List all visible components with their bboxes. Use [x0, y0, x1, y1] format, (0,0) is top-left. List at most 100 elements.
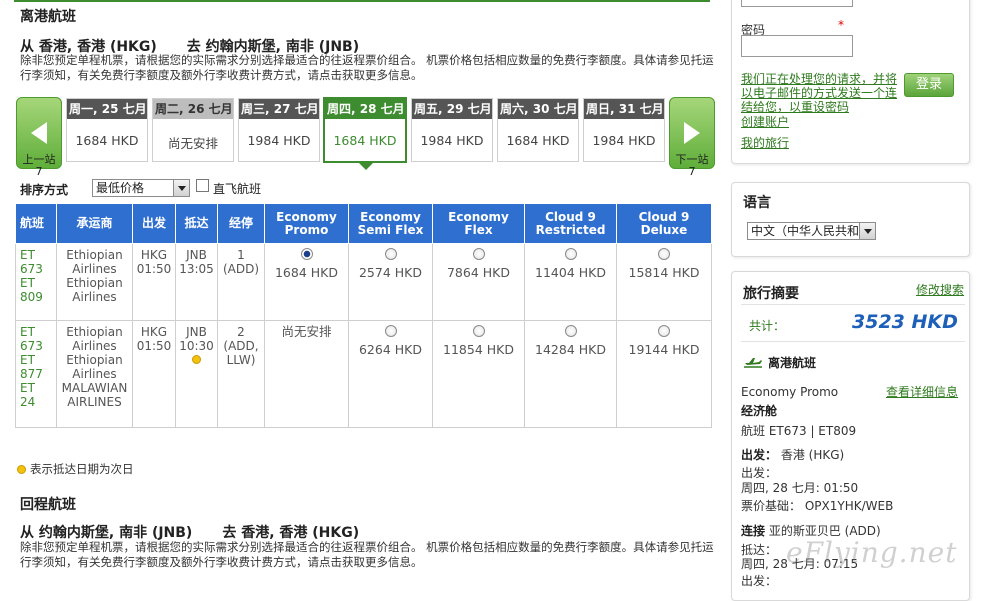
fare-unavailable: 尚无安排	[281, 324, 332, 339]
inbound-heading: 回程航班	[20, 497, 76, 513]
my-trips-link[interactable]: 我的旅行	[741, 136, 789, 150]
date-tab-label: 周六, 30 七月	[498, 99, 578, 119]
depart-time: 01:50	[136, 262, 172, 276]
date-tab-price: 尚无安排	[167, 136, 218, 151]
modify-search-link[interactable]: 修改搜索	[916, 283, 964, 297]
carrier-cell: Ethiopian Airlines Ethiopian Airlines MA…	[56, 320, 133, 428]
fare-cell-cloud9-deluxe[interactable]: 15814 HKD	[616, 243, 712, 321]
fare-radio[interactable]	[564, 248, 577, 260]
flight-numbers: ET 673 ET 877 ET 24	[15, 320, 57, 428]
fare-radio-selected[interactable]	[300, 248, 313, 260]
flight-code: 673	[20, 339, 43, 353]
fares-header-row: 航班 承运商 出发 抵达 经停 Economy Promo Economy Se…	[15, 203, 712, 244]
fare-radio[interactable]	[564, 325, 577, 337]
table-row: ET 673 ET 809 Ethiopian Airlines Ethiopi…	[15, 243, 712, 321]
date-tab-label: 周一, 25 七月	[67, 99, 147, 119]
col-header-arrive: 抵达	[175, 203, 218, 244]
fare-radio[interactable]	[384, 325, 397, 337]
date-tab-price: 1984 HKD	[592, 133, 656, 148]
date-tab-tue-26: 周二, 26 七月 尚无安排	[152, 98, 234, 162]
fare-radio[interactable]	[384, 248, 397, 260]
next-day-dot-icon	[192, 355, 201, 364]
username-field[interactable]	[741, 0, 853, 7]
carrier-text: Airlines	[72, 290, 117, 304]
fare-cell-economy-promo: 尚无安排	[264, 320, 349, 428]
summary-depart-label: 出发：	[741, 448, 778, 462]
arrive-airport: JNB	[186, 248, 207, 262]
carrier-text: Ethiopian	[66, 325, 123, 339]
fare-radio[interactable]	[658, 325, 670, 337]
stops-count: 2	[237, 325, 245, 339]
inbound-route-to: 去 香港, 香港 (HKG)	[222, 525, 360, 541]
flight-code: ET	[20, 353, 35, 367]
stops-airports: LLW)	[226, 353, 256, 367]
inbound-route: 从 约翰内斯堡, 南非 (JNB) 去 香港, 香港 (HKG)	[20, 522, 359, 542]
chevron-down-icon	[859, 223, 875, 239]
total-price: 3523 HKD	[852, 311, 958, 333]
fare-radio[interactable]	[472, 325, 485, 337]
view-details-link[interactable]: 查看详细信息	[886, 385, 958, 399]
arrive-time: 10:30	[179, 339, 214, 353]
flight-code: 24	[20, 395, 36, 409]
fare-cell-cloud9-restricted[interactable]: 14284 HKD	[524, 320, 617, 428]
fare-cell-economy-semi-flex[interactable]: 6264 HKD	[348, 320, 433, 428]
prev-week-label[interactable]: 上一站 7	[19, 154, 59, 178]
total-label: 共计：	[749, 319, 786, 333]
flight-numbers: ET 673 ET 809	[15, 243, 57, 321]
outbound-note: 除非您预定单程机票，请根据您的实际需求分别选择最适合的往返程票价组合。 机票价格…	[20, 53, 714, 82]
date-tab-sat-30[interactable]: 周六, 30 七月 1684 HKD	[497, 98, 579, 162]
date-tab-wed-27[interactable]: 周三, 27 七月 1984 HKD	[238, 98, 320, 162]
date-tab-label: 周二, 26 七月	[153, 99, 233, 119]
arrive-airport: JNB	[186, 325, 207, 339]
fare-radio[interactable]	[472, 248, 485, 260]
col-header-economy-promo: Economy Promo	[264, 203, 349, 244]
fare-cell-economy-flex[interactable]: 7864 HKD	[432, 243, 525, 321]
col-header-flight: 航班	[15, 203, 57, 244]
col-header-economy-semi-flex: Economy Semi Flex	[348, 203, 433, 244]
date-tab-label: 周三, 27 七月	[239, 99, 319, 119]
col-header-cloud9-restricted: Cloud 9 Restricted	[524, 203, 617, 244]
inbound-route-from: 从 约翰内斯堡, 南非 (JNB)	[20, 525, 193, 541]
next-day-legend: 表示抵达日期为次日	[17, 461, 134, 477]
date-tab-sun-31[interactable]: 周日, 31 七月 1984 HKD	[583, 98, 665, 162]
summary-title: 旅行摘要	[743, 286, 799, 302]
fare-cell-economy-flex[interactable]: 11854 HKD	[432, 320, 525, 428]
date-tab-price: 1684 HKD	[333, 133, 397, 148]
language-select[interactable]: 中文（中华人民共和	[747, 222, 876, 240]
next-week-label[interactable]: 下一站 7	[672, 154, 712, 178]
arrow-right-icon	[684, 122, 700, 144]
sort-select[interactable]: 最低价格	[92, 179, 190, 197]
flight-code: 809	[20, 290, 43, 304]
fare-cell-cloud9-restricted[interactable]: 11404 HKD	[524, 243, 617, 321]
summary-depart-row: 出发： 香港 (HKG)	[741, 448, 844, 463]
date-tab-fri-29[interactable]: 周五, 29 七月 1984 HKD	[411, 98, 493, 162]
fare-price: 11854 HKD	[443, 342, 514, 357]
depart-time: 01:50	[136, 339, 172, 353]
required-mark: *	[838, 18, 844, 32]
language-select-value: 中文（中华人民共和	[751, 224, 860, 238]
summary-connect-label: 连接	[741, 524, 766, 538]
inbound-note: 除非您预定单程机票，请根据您的实际需求分别选择最适合的往返程票价组合。 机票价格…	[20, 540, 714, 569]
direct-flights-checkbox[interactable]	[196, 179, 209, 192]
password-field[interactable]	[741, 35, 853, 57]
depart-airport: HKG	[140, 248, 168, 262]
fare-cell-economy-semi-flex[interactable]: 2574 HKD	[348, 243, 433, 321]
flight-code: 877	[20, 367, 43, 381]
fare-price: 7864 HKD	[446, 265, 510, 280]
fare-cell-cloud9-deluxe[interactable]: 19144 HKD	[616, 320, 712, 428]
date-tab-mon-25[interactable]: 周一, 25 七月 1684 HKD	[66, 98, 148, 162]
date-tab-label: 周日, 31 七月	[584, 99, 664, 119]
fare-price: 15814 HKD	[628, 265, 700, 280]
fare-price: 11404 HKD	[535, 265, 606, 280]
date-tab-thu-28-selected[interactable]: 周四, 28 七月 1684 HKD	[323, 97, 407, 170]
watermark-text: eFlying.net	[786, 536, 958, 569]
fare-cell-economy-promo[interactable]: 1684 HKD	[264, 243, 349, 321]
forgot-password-link[interactable]: 我们正在处理您的请求，并将以电子邮件的方式发送一个连结给您，以重设密码	[741, 72, 901, 114]
login-button[interactable]: 登录	[904, 73, 954, 97]
create-account-link[interactable]: 创建账户	[741, 115, 789, 129]
sort-label: 排序方式	[20, 183, 69, 197]
summary-fare-basis-label: 票价基础：	[741, 499, 802, 513]
summary-cabin: 经济舱	[741, 404, 778, 418]
carrier-text: Airlines	[72, 262, 117, 276]
fare-radio[interactable]	[658, 248, 670, 260]
